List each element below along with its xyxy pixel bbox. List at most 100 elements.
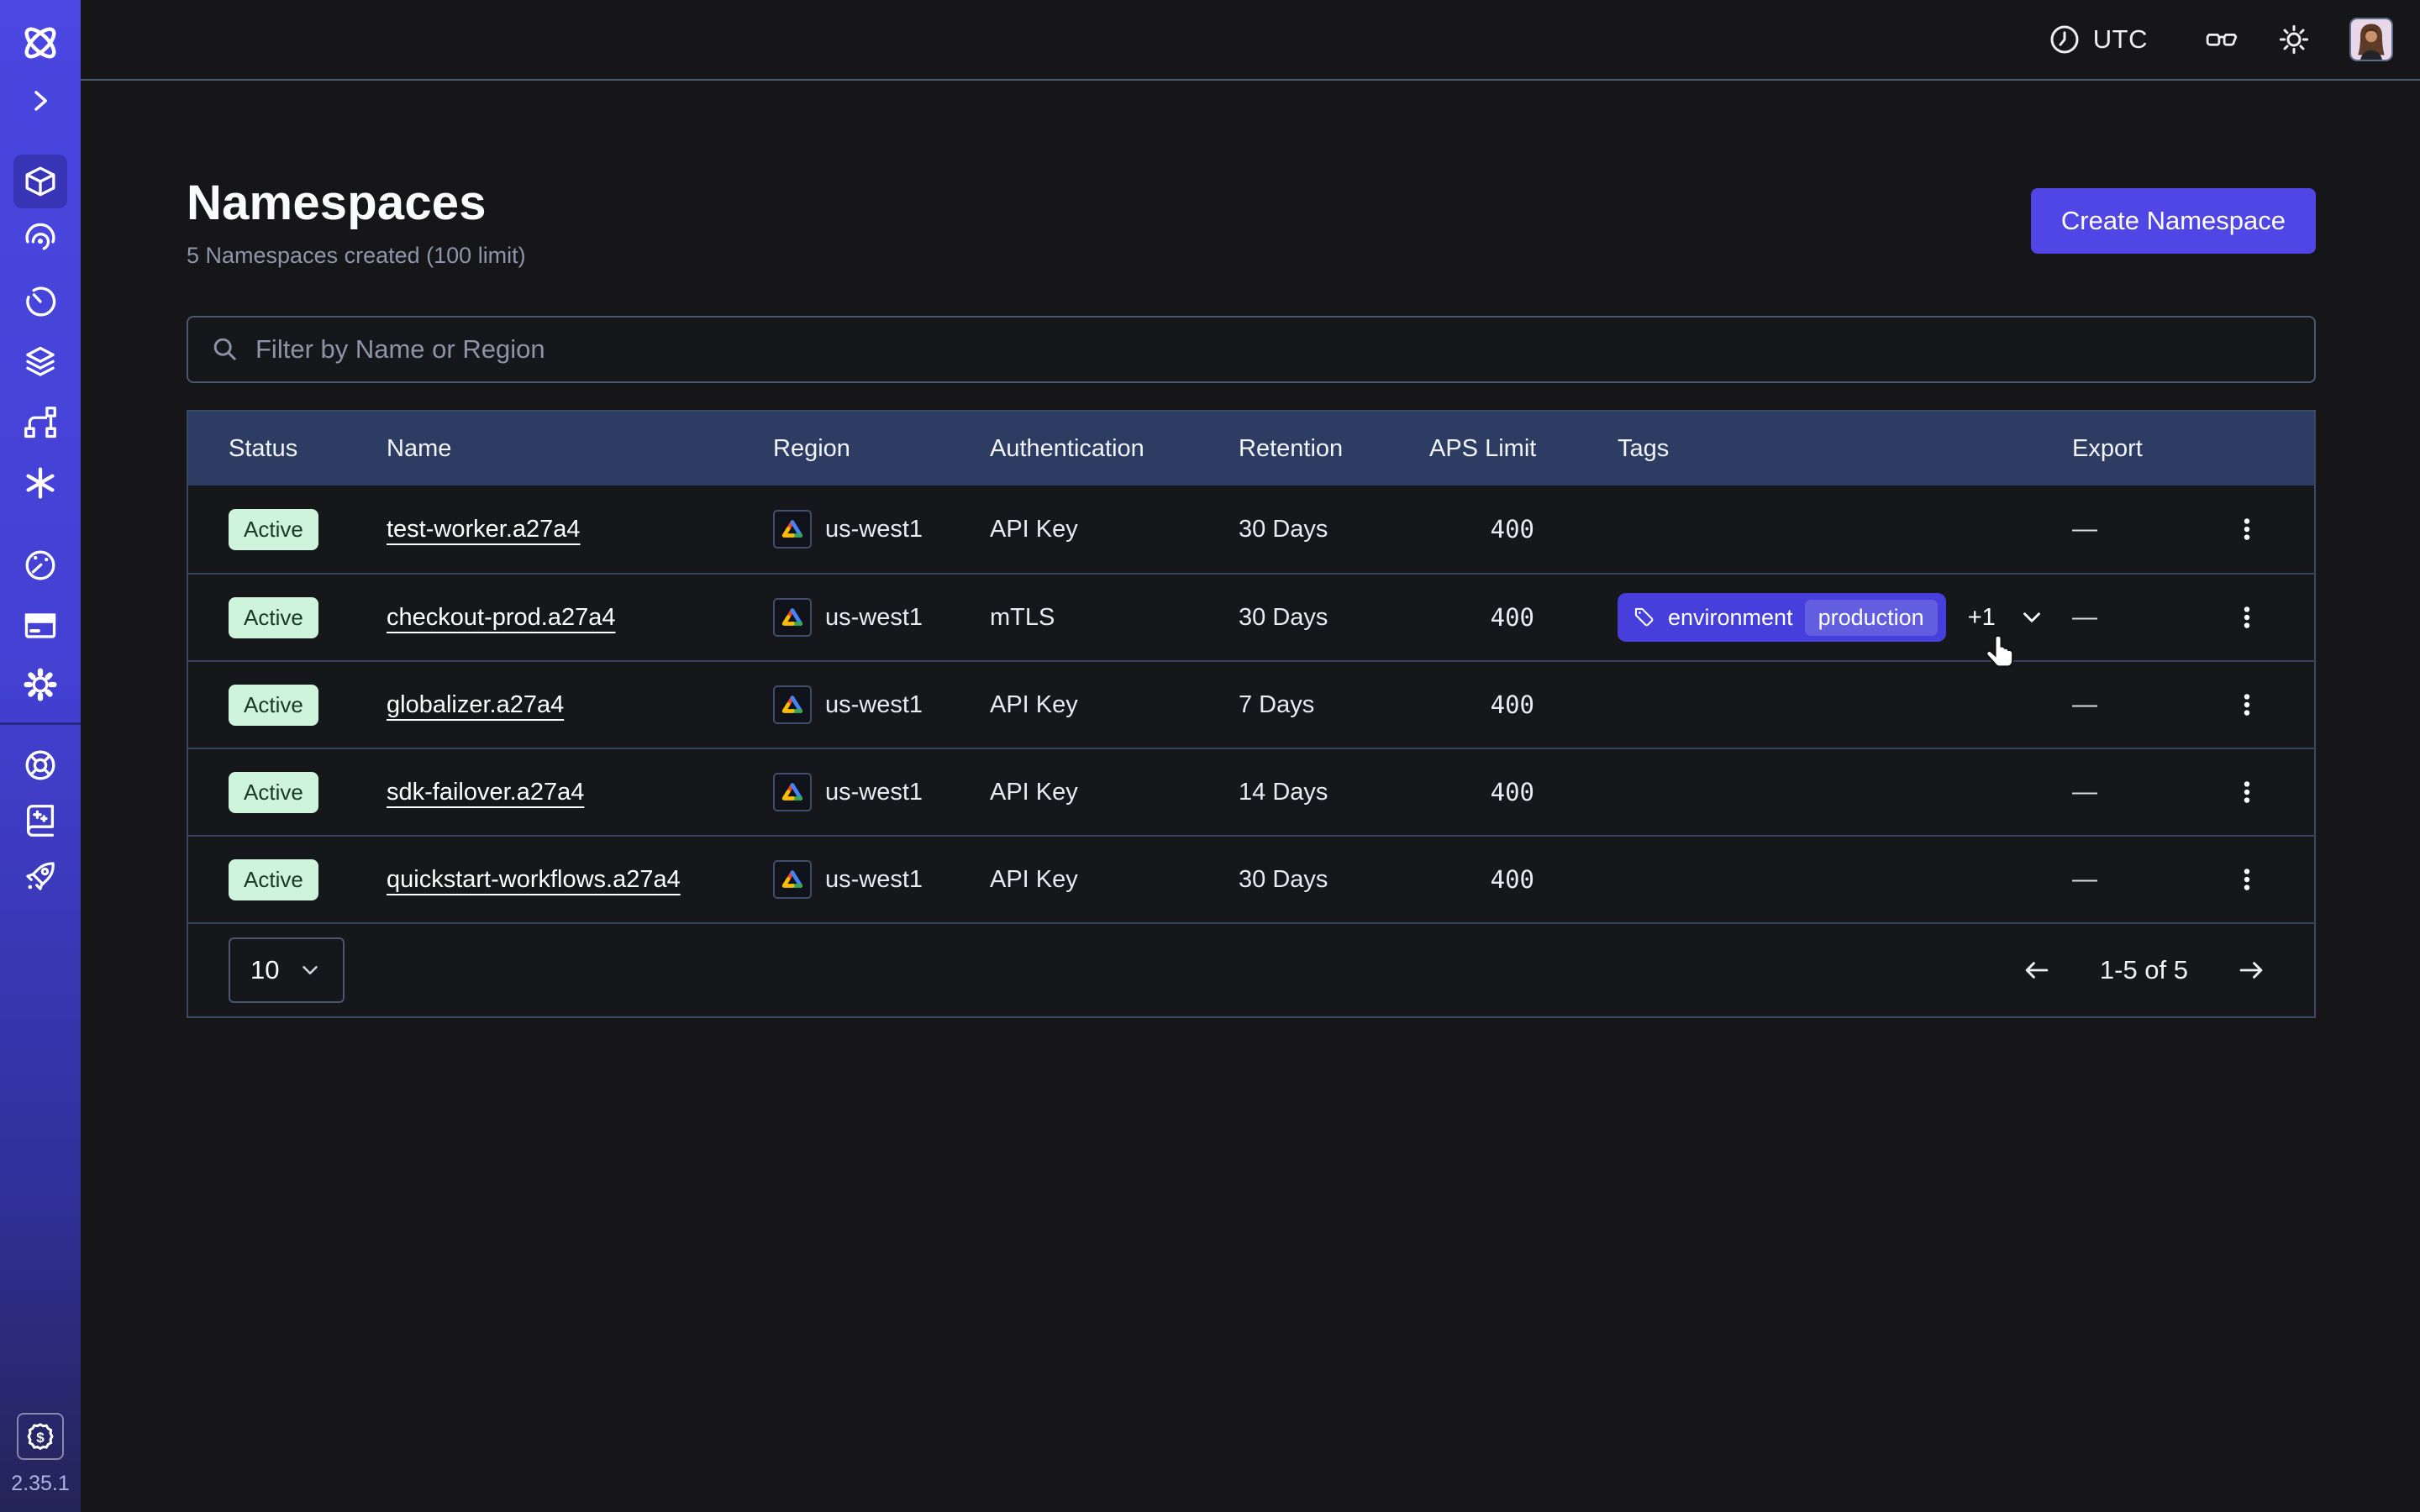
next-page-button[interactable]: [2235, 954, 2267, 986]
table-row: Active quickstart-workflows.a27a4 us-wes…: [188, 835, 2314, 922]
app-version: 2.35.1: [0, 1472, 81, 1496]
region-label: us-west1: [825, 779, 923, 806]
column-header-retention: Retention: [1239, 435, 1429, 463]
status-badge: Active: [229, 772, 318, 813]
main-content: Namespaces 5 Namespaces created (100 lim…: [187, 81, 2316, 1018]
tag-more-count: +1: [1968, 604, 1996, 632]
chevron-down-icon: [297, 958, 323, 983]
aps-limit-value: 400: [1429, 603, 1618, 632]
column-header-region: Region: [773, 435, 990, 463]
region-label: us-west1: [825, 604, 923, 632]
user-avatar[interactable]: [2349, 18, 2393, 61]
table-row: Active sdk-failover.a27a4 us-west1 API K…: [188, 748, 2314, 835]
sidebar-item-branch-icon[interactable]: [21, 403, 60, 442]
credits-icon: $: [23, 1419, 58, 1454]
tags-expand-chevron-down-icon[interactable]: [2018, 603, 2046, 632]
column-header-aps-limit: APS Limit: [1429, 435, 1618, 463]
authentication-value: mTLS: [990, 604, 1239, 632]
filter-input[interactable]: [255, 334, 2292, 365]
kebab-menu-icon: [2233, 603, 2261, 632]
tag-chip[interactable]: environment production: [1618, 593, 1946, 642]
row-actions-kebab-button[interactable]: [2227, 772, 2267, 812]
page-size-select[interactable]: 10: [229, 937, 345, 1003]
row-actions-kebab-button[interactable]: [2227, 685, 2267, 725]
table-footer: 10 1-5 of 5: [188, 922, 2314, 1016]
export-value: —: [2072, 603, 2097, 632]
table-row: Active test-worker.a27a4 us-west1 API Ke…: [188, 486, 2314, 573]
export-value: —: [2072, 778, 2097, 806]
namespace-name-link[interactable]: globalizer.a27a4: [387, 691, 564, 718]
timezone-selector[interactable]: UTC: [2048, 23, 2148, 56]
column-header-tags: Tags: [1618, 435, 2072, 463]
retention-value: 30 Days: [1239, 516, 1429, 543]
gcp-cloud-icon: [773, 860, 812, 899]
sidebar-item-rocket-icon[interactable]: [21, 857, 60, 895]
table-body: Active test-worker.a27a4 us-west1 API Ke…: [188, 486, 2314, 922]
row-actions-kebab-button[interactable]: [2227, 509, 2267, 549]
sidebar-item-asterisk-icon[interactable]: [21, 464, 60, 502]
svg-text:$: $: [36, 1430, 45, 1446]
credits-button[interactable]: $: [17, 1413, 64, 1460]
kebab-menu-icon: [2233, 690, 2261, 719]
gcp-cloud-icon: [773, 685, 812, 724]
arrow-right-icon: [2235, 954, 2267, 986]
tag-key: environment: [1668, 605, 1793, 631]
create-namespace-button[interactable]: Create Namespace: [2031, 188, 2316, 254]
arrow-left-icon: [2021, 954, 2053, 986]
page-size-value: 10: [250, 955, 279, 985]
temporal-logo: [18, 20, 63, 66]
tags-cell: environment production +1: [1618, 593, 2072, 642]
gcp-cloud-icon: [773, 510, 812, 549]
sidebar-item-layers-icon[interactable]: [21, 343, 60, 381]
pagination-range: 1-5 of 5: [2100, 955, 2188, 985]
page-subtitle: 5 Namespaces created (100 limit): [187, 243, 526, 269]
status-badge: Active: [229, 859, 318, 900]
sidebar-item-billing-icon[interactable]: [21, 606, 60, 645]
authentication-value: API Key: [990, 691, 1239, 719]
theme-sun-icon[interactable]: [2277, 23, 2311, 56]
sidebar-item-iris-icon[interactable]: [21, 220, 60, 259]
namespace-name-link[interactable]: test-worker.a27a4: [387, 516, 581, 543]
search-icon: [210, 334, 240, 365]
sidebar-item-lifebuoy-icon[interactable]: [21, 746, 60, 785]
filter-bar[interactable]: [187, 316, 2316, 383]
namespace-name-link[interactable]: sdk-failover.a27a4: [387, 779, 584, 806]
topbar: UTC: [81, 0, 2420, 81]
authentication-value: API Key: [990, 866, 1239, 894]
region-label: us-west1: [825, 691, 923, 719]
sidebar-item-gear-icon[interactable]: [21, 665, 60, 704]
row-actions-kebab-button[interactable]: [2227, 597, 2267, 638]
status-badge: Active: [229, 685, 318, 726]
tag-icon: [1633, 606, 1656, 629]
column-header-status: Status: [188, 435, 387, 463]
namespaces-table: Status Name Region Authentication Retent…: [187, 410, 2316, 1018]
timezone-label: UTC: [2093, 24, 2148, 55]
retention-value: 7 Days: [1239, 691, 1429, 719]
sidebar-item-timer-icon[interactable]: [21, 282, 60, 321]
status-badge: Active: [229, 509, 318, 550]
table-row: Active globalizer.a27a4 us-west1 API Key…: [188, 660, 2314, 748]
sidebar-item-namespaces-cube-icon[interactable]: [13, 155, 67, 208]
sidebar-item-gauge-icon[interactable]: [21, 546, 60, 585]
namespace-name-link[interactable]: checkout-prod.a27a4: [387, 604, 615, 631]
page-title: Namespaces: [187, 175, 526, 231]
tag-value: production: [1805, 600, 1938, 636]
app-root: $ 2.35.1 UTC: [0, 0, 2420, 1512]
sidebar-divider: [0, 722, 81, 725]
expand-sidebar-chevron-right-icon[interactable]: [24, 84, 57, 118]
glasses-icon[interactable]: [2205, 23, 2238, 56]
clock-icon: [2048, 23, 2081, 56]
kebab-menu-icon: [2233, 515, 2261, 543]
retention-value: 30 Days: [1239, 866, 1429, 894]
kebab-menu-icon: [2233, 778, 2261, 806]
sidebar: $ 2.35.1: [0, 0, 81, 1512]
previous-page-button[interactable]: [2021, 954, 2053, 986]
region-label: us-west1: [825, 516, 923, 543]
status-badge: Active: [229, 597, 318, 638]
authentication-value: API Key: [990, 779, 1239, 806]
row-actions-kebab-button[interactable]: [2227, 859, 2267, 900]
retention-value: 30 Days: [1239, 604, 1429, 632]
sidebar-item-book-icon[interactable]: [21, 801, 60, 840]
kebab-menu-icon: [2233, 865, 2261, 894]
namespace-name-link[interactable]: quickstart-workflows.a27a4: [387, 866, 681, 893]
